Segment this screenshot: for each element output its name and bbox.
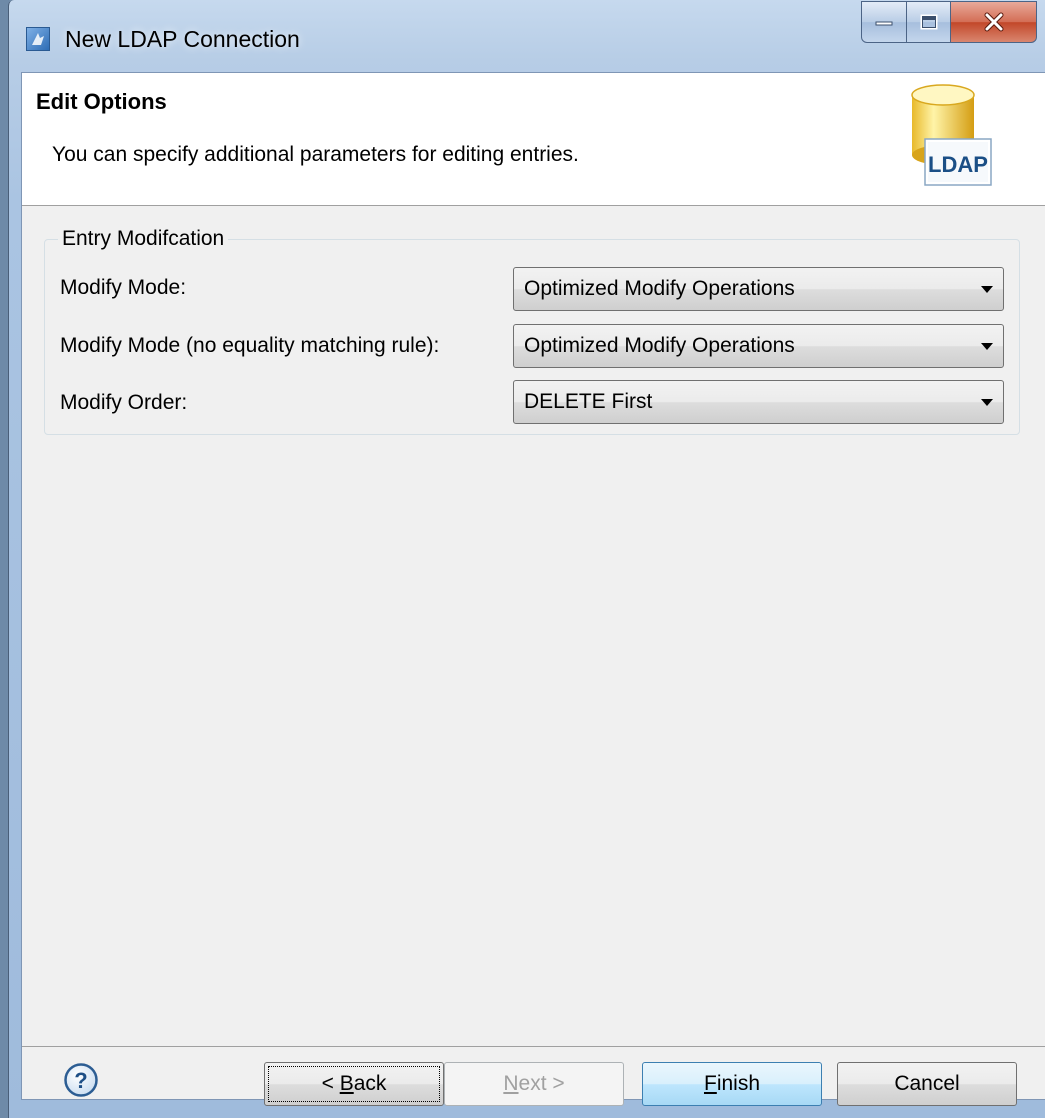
maximize-button[interactable] [907,1,951,43]
page-description: You can specify additional parameters fo… [52,143,579,166]
ldap-icon-label: LDAP [928,152,988,177]
help-icon[interactable]: ? [64,1063,98,1097]
app-icon [26,27,50,51]
modify-order-value: DELETE First [524,390,653,413]
wizard-header: Edit Options You can specify additional … [22,73,1045,206]
minimize-icon [875,21,893,26]
cancel-button-label: Cancel [894,1072,960,1095]
chevron-down-icon [981,399,993,406]
modify-mode-no-equality-label: Modify Mode (no equality matching rule): [60,334,440,357]
window-controls [861,1,1037,43]
dialog-window: New LDAP Connection Edit Options You can… [8,0,1045,1118]
ldap-database-icon: LDAP [911,84,992,186]
modify-mode-no-equality-value: Optimized Modify Operations [524,334,795,357]
modify-mode-label: Modify Mode: [60,276,187,299]
modify-mode-select[interactable]: Optimized Modify Operations [513,267,1004,311]
dialog-client-area: Edit Options You can specify additional … [21,72,1045,1106]
next-button-label: Next > [503,1072,565,1095]
back-button-label: < Back [321,1072,387,1095]
window-bottom-frame [9,1100,1045,1118]
group-title: Entry Modifcation [58,227,229,251]
title-bar[interactable]: New LDAP Connection [9,0,1045,72]
chevron-down-icon [981,286,993,293]
footer-separator [22,1046,1045,1047]
close-icon [984,12,1003,32]
window-title: New LDAP Connection [65,26,300,52]
modify-order-label: Modify Order: [60,391,188,414]
close-button[interactable] [951,1,1037,43]
minimize-button[interactable] [861,1,907,43]
modify-mode-no-equality-select[interactable]: Optimized Modify Operations [513,324,1004,368]
page-title: Edit Options [36,89,167,114]
chevron-down-icon [981,343,993,350]
modify-order-select[interactable]: DELETE First [513,380,1004,424]
maximize-icon [920,14,937,30]
finish-button-label: Finish [703,1072,761,1095]
modify-mode-value: Optimized Modify Operations [524,277,795,300]
svg-text:?: ? [74,1068,87,1093]
